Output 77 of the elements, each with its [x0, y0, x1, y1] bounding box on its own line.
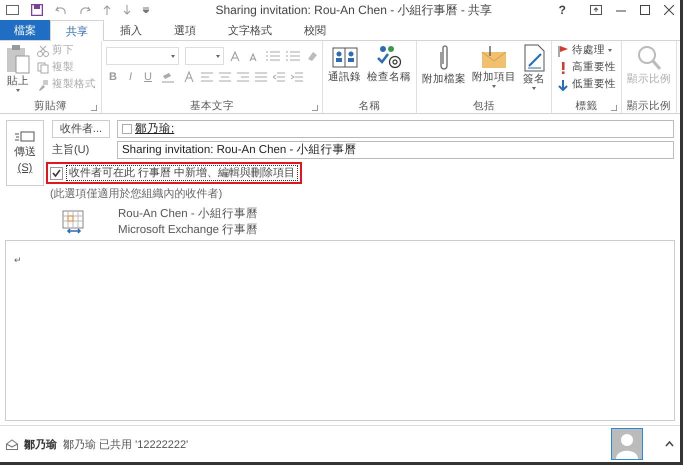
to-button[interactable]: 收件者... [52, 120, 110, 138]
copy-icon [37, 62, 49, 74]
font-name-field[interactable] [106, 47, 179, 65]
ribbon-display-icon[interactable] [590, 5, 602, 15]
ribbon-button[interactable]: 貼上 [4, 43, 32, 93]
calendar-source: Microsoft Exchange 行事曆 [118, 223, 258, 237]
launcher-icon[interactable] [611, 105, 617, 111]
save-icon[interactable] [31, 4, 43, 16]
font-size-field[interactable] [185, 47, 224, 65]
calendar-share-icon [62, 210, 86, 234]
ribbon-tab[interactable]: 選項 [158, 20, 212, 40]
ribbon-button[interactable]: 附加項目 [471, 43, 517, 89]
arrow-down-icon [557, 78, 569, 90]
mail-icon[interactable] [6, 5, 19, 15]
customize-icon[interactable] [143, 7, 149, 13]
undo-icon[interactable] [55, 5, 67, 15]
send-button[interactable]: 傳送 (S) [6, 120, 44, 186]
ribbon-tab[interactable]: 插入 [104, 20, 158, 40]
help-button[interactable]: ? [558, 3, 566, 17]
message-body[interactable]: ↵ [5, 240, 675, 421]
brush-icon [37, 78, 49, 90]
group-label: 剪貼簿 [34, 100, 67, 113]
ribbon-button[interactable]: 通訊錄 [327, 43, 362, 85]
align-right-icon[interactable] [236, 72, 249, 82]
ribbon-button[interactable]: 高重要性 [556, 60, 617, 75]
signature-icon [522, 44, 546, 72]
group-label: 基本文字 [190, 100, 234, 113]
ribbon-tab[interactable]: 共享 [50, 20, 104, 41]
align-left-icon[interactable] [200, 72, 213, 82]
clipboard-icon [5, 44, 31, 74]
sender-name: 鄒乃瑜 [24, 438, 57, 452]
align-center-icon[interactable] [218, 72, 231, 82]
ribbon-tab[interactable]: 校閱 [288, 20, 342, 40]
window-title: Sharing invitation: Rou-An Chen - 小組行事曆 - 共享 [214, 2, 494, 18]
grow-font-icon[interactable] [230, 50, 242, 62]
checkbox[interactable] [50, 166, 63, 180]
group-label: 包括 [473, 100, 495, 113]
avatar-icon[interactable] [611, 428, 643, 460]
flag-icon [557, 44, 569, 56]
up-arrow-icon[interactable] [103, 5, 111, 15]
bullets-icon[interactable] [266, 50, 280, 62]
font-color-icon[interactable] [182, 71, 195, 83]
ribbon-button[interactable]: 簽名 [521, 43, 547, 91]
to-field[interactable]: 鄒乃瑜; [117, 120, 674, 138]
launcher-icon[interactable] [91, 105, 97, 111]
ribbon-button[interactable]: 待處理 [556, 43, 617, 58]
ribbon-tab[interactable]: 文字格式 [212, 20, 288, 40]
magnifier-icon [636, 44, 662, 72]
calendar-name: Rou-An Chen - 小組行事曆 [118, 207, 258, 221]
status-message: 鄒乃瑜 已共用 '12222222' [63, 438, 190, 452]
file-tab[interactable]: 檔案 [0, 20, 50, 40]
maximize-icon[interactable] [640, 5, 650, 15]
scissors-icon [37, 44, 49, 56]
envelope-icon [480, 44, 508, 70]
outdent-icon[interactable] [272, 72, 285, 82]
close-icon[interactable] [664, 5, 674, 15]
envelope-icon [6, 438, 18, 450]
collapse-icon[interactable] [665, 441, 674, 447]
people-check-icon [375, 44, 403, 70]
numbering-icon[interactable] [286, 50, 300, 62]
justify-icon[interactable] [254, 72, 267, 82]
ribbon-button[interactable]: 檢查名稱 [366, 43, 412, 85]
checkbox-label[interactable]: 收件者可在此 行事曆 中新增、編輯與刪除項目 [66, 165, 298, 181]
ribbon-button[interactable]: 低重要性 [556, 77, 617, 92]
subject-label: 主旨(U) [52, 143, 90, 157]
highlight-icon[interactable] [160, 71, 177, 83]
indent-icon[interactable] [290, 72, 303, 82]
subject-field[interactable]: Sharing invitation: Rou-An Chen - 小組行事曆 [117, 141, 674, 159]
clear-format-icon[interactable] [306, 50, 318, 62]
group-label: 顯示比例 [627, 100, 671, 113]
group-label: 名稱 [358, 100, 380, 113]
send-icon [15, 131, 35, 143]
redo-icon[interactable] [79, 5, 91, 15]
group-label: 標籤 [576, 100, 598, 113]
note-text: (此選項僅適用於您組織內的收件者) [50, 187, 224, 201]
down-arrow-icon[interactable] [123, 5, 131, 15]
ribbon-button[interactable]: 附加檔案 [421, 43, 467, 87]
